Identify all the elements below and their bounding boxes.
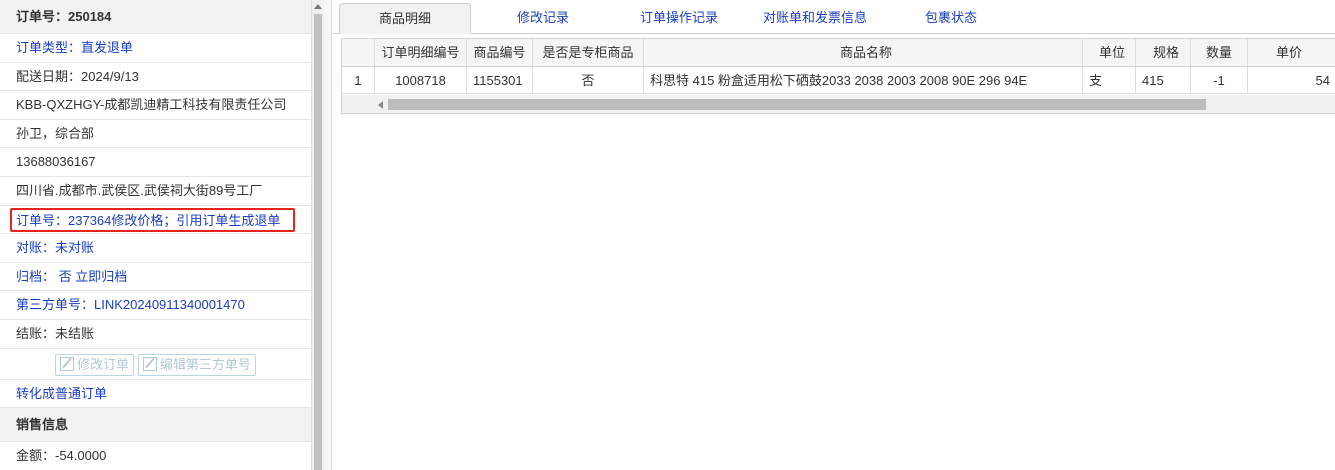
horizontal-scrollbar-thumb[interactable] xyxy=(388,99,1206,110)
product-grid: 订单明细编号 商品编号 是否是专柜商品 商品名称 单位 规格 数量 单价 1 1… xyxy=(341,38,1335,114)
scroll-left-icon[interactable] xyxy=(378,101,383,109)
amount: 金额：-54.0000 xyxy=(0,442,311,470)
order-type: 订单类型：直发退单 xyxy=(0,34,311,63)
third-party-order-number[interactable]: 第三方单号：LINK20240911340001470 xyxy=(0,291,311,320)
order-note: 订单号：237364修改价格；引用订单生成退单 xyxy=(10,207,295,232)
col-price[interactable]: 单价 xyxy=(1248,39,1335,66)
edit-third-party-button[interactable]: 编辑第三方单号 xyxy=(137,354,256,377)
edit-order-button[interactable]: 修改订单 xyxy=(55,354,135,377)
col-index xyxy=(342,39,375,66)
edit-icon xyxy=(60,357,75,372)
row-price: 54 xyxy=(1315,73,1330,88)
order-number-header: 订单号：250184 xyxy=(0,0,311,34)
row-index: 1 xyxy=(342,67,375,93)
panel-divider[interactable] xyxy=(324,0,332,470)
order-note-row: 订单号：237364修改价格；引用订单生成退单 xyxy=(0,206,311,235)
col-unit[interactable]: 单位 xyxy=(1083,39,1136,66)
scroll-up-icon[interactable] xyxy=(314,4,322,9)
tab-package-status[interactable]: 包裹状态 xyxy=(899,3,1003,34)
vertical-scrollbar[interactable] xyxy=(312,0,324,470)
scrollbar-thumb[interactable] xyxy=(314,14,322,470)
col-counter[interactable]: 是否是专柜商品 xyxy=(533,39,644,66)
row-product-id-link[interactable]: 1155301 xyxy=(467,67,533,93)
archive-status[interactable]: 归档： 否 立即归档 xyxy=(0,263,311,292)
col-qty[interactable]: 数量 xyxy=(1191,39,1248,66)
col-spec[interactable]: 规格 xyxy=(1136,39,1191,66)
tab-bar: 商品明细 修改记录 订单操作记录 对账单和发票信息 包裹状态 xyxy=(333,0,1335,34)
convert-to-normal-order-link[interactable]: 转化成普通订单 xyxy=(0,380,311,409)
address: 四川省.成都市.武侯区.武侯祠大街89号工厂 xyxy=(0,177,311,206)
phone-number: 13688036167 xyxy=(0,148,311,177)
row-spec: 415 xyxy=(1136,67,1191,93)
row-product-name-link[interactable]: 科思特 415 粉盒适用松下硒鼓2033 2038 2003 2008 90E … xyxy=(644,67,1083,93)
edit-icon xyxy=(142,357,157,372)
row-qty: -1 xyxy=(1191,67,1248,93)
reconcile-status[interactable]: 对账：未对账 xyxy=(0,234,311,263)
settle-status: 结账：未结账 xyxy=(0,320,311,349)
detail-area: 商品明细 修改记录 订单操作记录 对账单和发票信息 包裹状态 订单明细编号 商品… xyxy=(333,0,1335,470)
col-product-name[interactable]: 商品名称 xyxy=(644,39,1083,66)
order-info-panel: 订单号：250184 订单类型：直发退单 配送日期：2024/9/13 KBB-… xyxy=(0,0,312,470)
tab-statement-invoice[interactable]: 对账单和发票信息 xyxy=(747,3,883,34)
row-counter: 否 xyxy=(533,67,644,93)
grid-header: 订单明细编号 商品编号 是否是专柜商品 商品名称 单位 规格 数量 单价 xyxy=(342,39,1335,67)
table-row[interactable]: 1 1008718 1155301 否 科思特 415 粉盒适用松下硒鼓2033… xyxy=(342,67,1335,94)
tab-order-operation-log[interactable]: 订单操作记录 xyxy=(619,3,739,34)
horizontal-scrollbar[interactable] xyxy=(342,95,1335,113)
row-unit: 支 xyxy=(1083,67,1136,93)
company-name: KBB-QXZHGY-成都凯迪精工科技有限责任公司 xyxy=(0,91,311,120)
contact-person: 孙卫，综合部 xyxy=(0,120,311,149)
sales-info-header: 销售信息 xyxy=(0,408,311,443)
tab-product-detail[interactable]: 商品明细 xyxy=(339,3,471,34)
row-detail-id: 1008718 xyxy=(375,67,467,93)
action-buttons: 修改订单 编辑第三方单号 xyxy=(0,349,311,380)
delivery-date: 配送日期：2024/9/13 xyxy=(0,63,311,92)
col-product-id[interactable]: 商品编号 xyxy=(467,39,533,66)
tab-modify-log[interactable]: 修改记录 xyxy=(483,3,603,34)
col-detail-id[interactable]: 订单明细编号 xyxy=(375,39,467,66)
